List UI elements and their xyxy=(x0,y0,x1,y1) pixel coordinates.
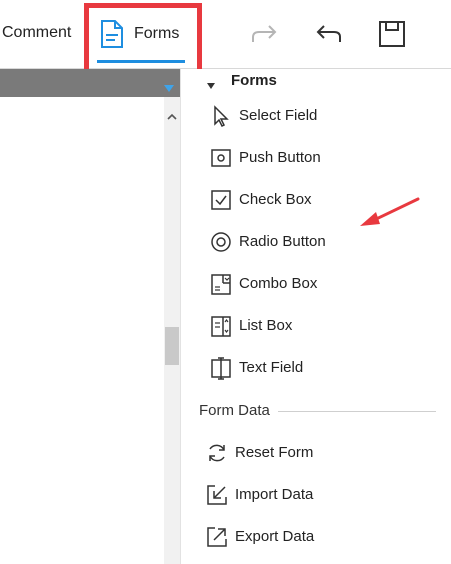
tab-forms[interactable]: Forms xyxy=(97,16,187,63)
caret-down-icon xyxy=(207,76,215,94)
push-button-item[interactable]: Push Button xyxy=(209,145,429,171)
import-data-item[interactable]: Import Data xyxy=(205,482,425,508)
tab-forms-label: Forms xyxy=(134,25,180,42)
export-icon xyxy=(205,525,229,549)
list-box-icon xyxy=(209,314,233,338)
save-icon xyxy=(379,21,405,47)
export-data-item[interactable]: Export Data xyxy=(205,524,425,550)
radio-button-icon xyxy=(209,230,233,254)
left-panel xyxy=(0,69,180,564)
left-panel-header xyxy=(0,69,180,97)
item-label: Reset Form xyxy=(235,444,314,461)
combo-box-icon xyxy=(209,272,233,296)
item-label: Check Box xyxy=(239,191,312,208)
list-box-item[interactable]: List Box xyxy=(209,313,429,339)
item-label: Select Field xyxy=(239,107,318,124)
item-label: Import Data xyxy=(235,486,314,503)
item-label: Push Button xyxy=(239,149,321,166)
form-data-title: Form Data xyxy=(199,402,270,419)
section-title: Forms xyxy=(231,72,277,89)
divider xyxy=(278,411,436,412)
toolbar: Comment Forms xyxy=(0,0,451,69)
redo-button[interactable] xyxy=(250,20,280,48)
scrollbar[interactable] xyxy=(164,97,180,564)
save-button[interactable] xyxy=(377,20,407,48)
scrollbar-thumb[interactable] xyxy=(165,327,179,365)
text-field-icon xyxy=(209,356,233,380)
item-label: Export Data xyxy=(235,528,315,545)
reset-form-item[interactable]: Reset Form xyxy=(205,440,425,466)
reset-icon xyxy=(205,441,229,465)
redo-icon xyxy=(252,25,277,42)
combo-box-item[interactable]: Combo Box xyxy=(209,271,429,297)
active-tab-indicator xyxy=(97,60,185,63)
chevron-down-icon[interactable] xyxy=(164,79,174,97)
item-label: Radio Button xyxy=(239,233,326,250)
checkbox-icon xyxy=(209,188,233,212)
item-label: Text Field xyxy=(239,359,304,376)
annotation-arrow-icon xyxy=(356,196,422,235)
push-button-icon xyxy=(209,146,233,170)
item-label: List Box xyxy=(239,317,293,334)
import-icon xyxy=(205,483,229,507)
undo-icon xyxy=(316,25,341,42)
forms-panel: Forms Select Field Push Button Check Box… xyxy=(180,69,451,564)
scroll-up-icon[interactable] xyxy=(167,107,177,125)
undo-button[interactable] xyxy=(313,20,343,48)
cursor-icon xyxy=(209,104,233,128)
select-field-item[interactable]: Select Field xyxy=(209,103,429,129)
item-label: Combo Box xyxy=(239,275,318,292)
forms-icon xyxy=(100,20,124,53)
tab-comment[interactable]: Comment xyxy=(2,24,71,42)
text-field-item[interactable]: Text Field xyxy=(209,355,429,381)
